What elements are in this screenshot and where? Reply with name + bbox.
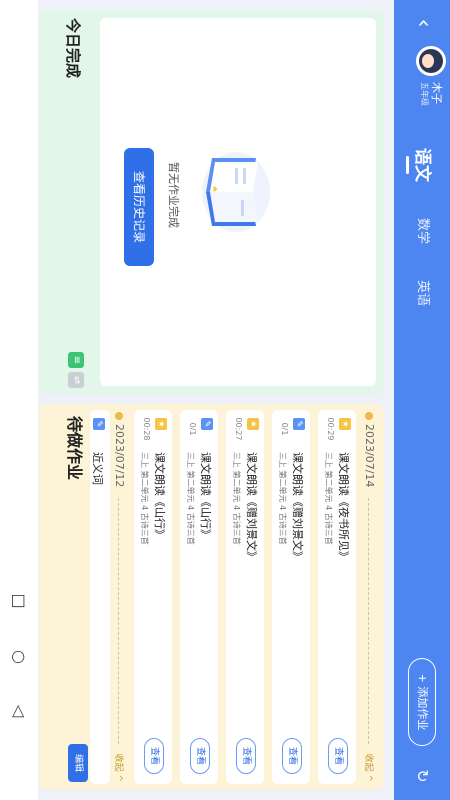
date-group-header: 2023/07/12 收起 ^ xyxy=(110,410,128,784)
nav-home-icon[interactable]: ○ xyxy=(8,646,30,668)
collapse-button[interactable]: 收起 ^ xyxy=(363,754,376,782)
homework-row[interactable]: ✎ 近义词 xyxy=(90,410,110,784)
app-screen: ‹ 木子 五年级 语文 数学 英语 + 添加作业 ↻ 暂无作业完成 查看历史记录… xyxy=(0,0,450,800)
homework-unit: 三上 第二单元 4 古诗三首 xyxy=(186,452,195,545)
homework-row[interactable]: ★ 00:29 课文朗读《夜书所见》 三上 第二单元 4 古诗三首 查看 xyxy=(318,410,356,784)
empty-state-text: 暂无作业完成 xyxy=(167,162,180,228)
homework-title: 课文朗读《夜书所见》 xyxy=(337,452,350,562)
tab-chinese[interactable]: 语文 xyxy=(394,148,450,182)
user-name: 木子 xyxy=(430,82,443,104)
homework-unit: 三上 第二单元 4 古诗三首 xyxy=(324,452,333,545)
view-history-button[interactable]: 查看历史记录 xyxy=(124,148,154,266)
view-button[interactable]: 查看 xyxy=(282,738,302,774)
group-date: 2023/07/12 xyxy=(113,424,126,488)
star-icon: ★ xyxy=(339,418,351,430)
tab-english[interactable]: 英语 xyxy=(394,280,450,306)
view-button[interactable]: 查看 xyxy=(190,738,210,774)
add-homework-button[interactable]: + 添加作业 xyxy=(408,658,436,746)
subject-tabs: 语文 数学 英语 xyxy=(394,148,450,306)
pencil-icon: ✎ xyxy=(293,418,305,430)
nav-back-icon[interactable]: ◁ xyxy=(8,700,30,722)
view-button[interactable]: 查看 xyxy=(144,738,164,774)
top-bar: ‹ 木子 五年级 语文 数学 英语 + 添加作业 ↻ xyxy=(394,0,450,800)
date-dot-icon xyxy=(365,412,373,420)
date-dot-icon xyxy=(115,412,123,420)
chevron-left-icon[interactable]: ‹ xyxy=(410,10,436,36)
todo-homework-title: 待做作业 xyxy=(64,416,88,480)
homework-row[interactable]: ✎ 0/1 课文朗读《山行》 三上 第二单元 4 古诗三首 查看 xyxy=(180,410,218,784)
avatar xyxy=(416,46,446,76)
completed-today-title: 今日完成 xyxy=(64,18,82,79)
homework-title: 课文朗读《山行》 xyxy=(153,452,166,540)
completed-empty-area: 暂无作业完成 查看历史记录 xyxy=(100,18,376,386)
star-icon: ★ xyxy=(247,418,259,430)
collapse-button[interactable]: 收起 ^ xyxy=(113,754,126,782)
homework-title: 课文朗读《赠刘景文》 xyxy=(245,452,258,562)
homework-title: 课文朗读《赠刘景文》 xyxy=(291,452,304,562)
homework-row[interactable]: ✎ 0/1 课文朗读《赠刘景文》 三上 第二单元 4 古诗三首 查看 xyxy=(272,410,310,784)
refresh-icon[interactable]: ↻ xyxy=(410,764,434,788)
homework-meta: 0/1 xyxy=(188,422,197,436)
edit-button[interactable]: 编辑 xyxy=(68,744,88,782)
open-book-icon xyxy=(202,152,270,232)
homework-meta: 00:29 xyxy=(326,417,335,441)
list-view-icon[interactable]: ≡ xyxy=(68,352,84,368)
homework-meta: 00:28 xyxy=(142,417,151,441)
swap-icon[interactable]: ⇌ xyxy=(68,372,84,388)
star-icon: ★ xyxy=(155,418,167,430)
homework-row[interactable]: ★ 00:27 课文朗读《赠刘景文》 三上 第二单元 4 古诗三首 查看 xyxy=(226,410,264,784)
homework-unit: 三上 第二单元 4 古诗三首 xyxy=(278,452,287,545)
tab-math[interactable]: 数学 xyxy=(394,218,450,244)
homework-unit: 三上 第二单元 4 古诗三首 xyxy=(232,452,241,545)
date-group-header: 2023/07/14 收起 ^ xyxy=(360,410,378,784)
homework-meta: 00:27 xyxy=(234,417,243,441)
view-button[interactable]: 查看 xyxy=(236,738,256,774)
group-date: 2023/07/14 xyxy=(363,424,376,488)
android-nav-bar: ◁ ○ □ xyxy=(0,0,38,800)
homework-meta: 0/1 xyxy=(280,422,289,436)
completed-today-panel: 暂无作业完成 查看历史记录 今日完成 ≡ ⇌ xyxy=(39,10,384,394)
user-profile[interactable]: 木子 五年级 xyxy=(416,46,446,106)
homework-row[interactable]: ★ 00:28 课文朗读《山行》 三上 第二单元 4 古诗三首 查看 xyxy=(134,410,172,784)
homework-title: 课文朗读《山行》 xyxy=(199,452,212,540)
pencil-icon: ✎ xyxy=(201,418,213,430)
pencil-icon: ✎ xyxy=(93,418,105,430)
todo-homework-panel: 2023/07/14 收起 ^ ★ 00:29 课文朗读《夜书所见》 三上 第二… xyxy=(39,404,384,790)
nav-recent-icon[interactable]: □ xyxy=(8,590,30,612)
homework-title: 近义词 xyxy=(91,452,104,485)
user-grade: 五年级 xyxy=(420,82,429,106)
view-button[interactable]: 查看 xyxy=(328,738,348,774)
homework-unit: 三上 第二单元 4 古诗三首 xyxy=(140,452,149,545)
